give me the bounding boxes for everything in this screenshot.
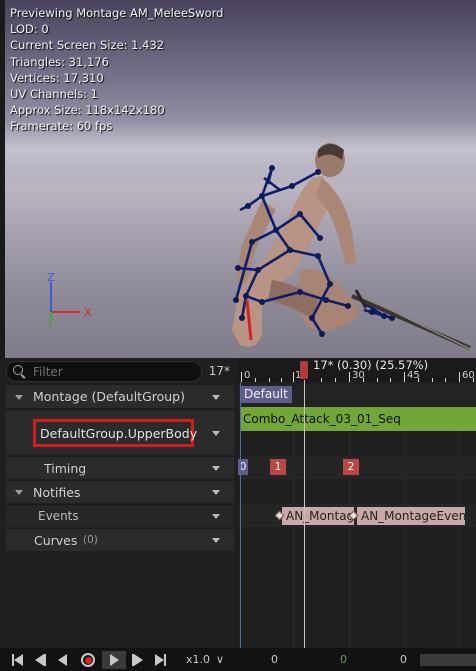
- events-row[interactable]: Events: [6, 504, 234, 527]
- ruler-tick: [377, 378, 378, 382]
- playhead-handle[interactable]: [300, 361, 308, 379]
- ruler-tick: [269, 378, 270, 382]
- collapse-arrow-icon[interactable]: [15, 490, 23, 495]
- curves-count: (0): [83, 534, 98, 546]
- ruler-tick: [404, 372, 405, 382]
- stat-framerate: Framerate: 60 fps: [10, 119, 113, 134]
- ruler-tick: [281, 378, 282, 382]
- events-label: Events: [38, 509, 79, 523]
- axis-y-label: Y: [46, 316, 54, 329]
- viewport-stats-overlay: Previewing Montage AM_MeleeSword LOD: 0 …: [10, 5, 224, 135]
- collapse-arrow-icon[interactable]: [15, 394, 23, 400]
- notify-event-1[interactable]: AN_Montag: [282, 507, 354, 525]
- chevron-down-icon[interactable]: [212, 538, 220, 543]
- current-frame-field[interactable]: 0: [340, 653, 347, 666]
- bar-icon: [44, 654, 46, 666]
- step-forward-button[interactable]: [132, 651, 143, 669]
- record-button[interactable]: [78, 651, 98, 669]
- axis-gizmo: Z X Y: [46, 271, 92, 329]
- view-end-frame[interactable]: 0: [400, 653, 407, 666]
- montage-group-row[interactable]: Montage (DefaultGroup): [6, 384, 234, 408]
- time-ruler[interactable]: 0 15 30 45 60: [238, 358, 476, 382]
- ruler-tick: [349, 372, 350, 382]
- chevron-down-icon[interactable]: [212, 466, 220, 471]
- slot-row[interactable]: DefaultGroup.UpperBody: [6, 409, 234, 455]
- triangle-right-icon: [134, 654, 143, 666]
- axis-x-label: X: [84, 306, 92, 319]
- play-reverse-icon: [58, 654, 67, 666]
- stat-screen-size: Current Screen Size: 1.432: [10, 38, 165, 53]
- ruler-tick: [390, 378, 391, 382]
- start-line: [240, 382, 241, 648]
- axis-z-label: Z: [47, 271, 55, 284]
- stat-vertices: Vertices: 17,310: [10, 70, 104, 85]
- ruler-tick: [293, 372, 294, 382]
- playback-speed[interactable]: x1.0: [186, 653, 210, 666]
- chevron-down-icon[interactable]: [212, 394, 220, 400]
- record-dot: [84, 656, 92, 664]
- skip-to-end-button[interactable]: [155, 651, 166, 669]
- triangle-left-icon: [35, 654, 44, 666]
- ruler-tick: [445, 378, 446, 382]
- curves-label: Curves: [34, 533, 78, 548]
- stat-preview-title: Previewing Montage AM_MeleeSword: [10, 6, 224, 20]
- slot-name-label: DefaultGroup.UpperBody: [40, 426, 198, 441]
- step-back-button[interactable]: [35, 651, 46, 669]
- frame-readout: 17* (0.30) (25.57%): [313, 358, 429, 372]
- transport-bar: x1.0 ∨ 0 0 0: [0, 648, 476, 671]
- slot-name-highlight[interactable]: DefaultGroup.UpperBody: [33, 419, 198, 447]
- anim-sequence-segment[interactable]: Combo_Attack_03_01_Seq: [240, 407, 476, 431]
- stat-lod: LOD: 0: [10, 22, 49, 37]
- section-chip-default[interactable]: Default: [240, 386, 292, 403]
- filter-input[interactable]: Filter: [6, 361, 202, 382]
- ruler-tick: [418, 378, 419, 382]
- search-icon: [13, 365, 23, 375]
- notify-event-2[interactable]: AN_MontageEvent: [357, 507, 465, 525]
- skip-to-start-button[interactable]: [12, 651, 23, 669]
- ruler-tick: [363, 378, 364, 382]
- view-start-frame[interactable]: 0: [271, 653, 278, 666]
- notifies-label: Notifies: [33, 485, 81, 500]
- montage-editor: Z X Y Previewing Montage AM_MeleeSword L…: [0, 0, 476, 671]
- stat-triangles: Triangles: 31,176: [10, 54, 109, 69]
- timing-marker-2[interactable]: 2: [343, 459, 359, 475]
- filter-row: Filter 17*: [6, 361, 234, 382]
- timing-label: Timing: [44, 461, 87, 476]
- timeline-scrollbar[interactable]: [420, 654, 476, 666]
- sword-prop: [351, 289, 476, 353]
- chevron-down-icon[interactable]: [212, 490, 220, 495]
- ruler-tick: [241, 372, 242, 382]
- timing-marker-1[interactable]: 1: [270, 459, 286, 475]
- curves-row[interactable]: Curves (0): [6, 528, 234, 551]
- play-button[interactable]: [102, 651, 126, 669]
- montage-group-label: Montage (DefaultGroup): [33, 389, 185, 404]
- preview-viewport[interactable]: Z X Y Previewing Montage AM_MeleeSword L…: [0, 0, 476, 358]
- tick-label: 0: [244, 370, 251, 381]
- timeline-area[interactable]: 0 15 30 45 60: [238, 358, 476, 648]
- play-reverse-button[interactable]: [58, 651, 67, 669]
- current-frame-count: 17*: [208, 364, 230, 378]
- play-icon: [109, 654, 119, 666]
- ruler-tick: [432, 378, 433, 382]
- chevron-down-icon[interactable]: [212, 430, 220, 436]
- ruler-tick: [473, 378, 474, 382]
- stat-approx-size: Approx Size: 118x142x180: [10, 103, 165, 118]
- triangle-right-icon: [155, 654, 164, 666]
- chevron-down-icon[interactable]: [212, 514, 220, 519]
- ruler-tick: [459, 372, 460, 382]
- ruler-tick: [255, 378, 256, 382]
- ruler-tick: [321, 378, 322, 382]
- playback-speed-arrow[interactable]: ∨: [216, 653, 224, 666]
- stat-uv-channels: UV Channels: 1: [10, 87, 98, 102]
- ruler-tick: [335, 378, 336, 382]
- bar-icon: [164, 654, 166, 666]
- triangle-left-icon: [14, 654, 23, 666]
- notifies-row[interactable]: Notifies: [6, 480, 234, 503]
- playhead-line: [304, 380, 305, 648]
- filter-placeholder: Filter: [33, 365, 63, 379]
- montage-timeline-panel: Filter 17* Montage (DefaultGroup) Defaul…: [0, 358, 476, 671]
- track-list: Filter 17* Montage (DefaultGroup) Defaul…: [0, 358, 237, 648]
- timing-row[interactable]: Timing: [6, 456, 234, 479]
- record-icon: [81, 653, 95, 667]
